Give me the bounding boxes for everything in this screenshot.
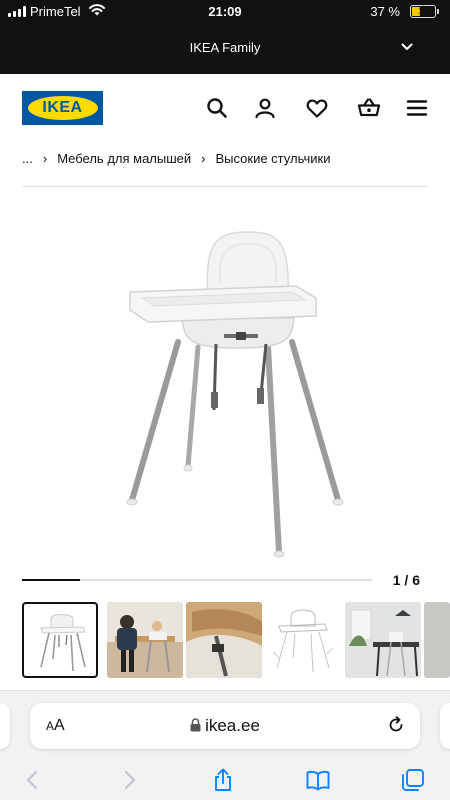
address-domain[interactable]: ikea.ee xyxy=(30,716,420,736)
gallery-counter: 1 / 6 xyxy=(392,572,420,588)
gallery-progress-fill xyxy=(22,579,81,581)
battery-icon: ⚡ xyxy=(410,3,439,18)
tabs-icon[interactable] xyxy=(400,767,426,793)
address-bar[interactable]: AAAA ikea.ee xyxy=(30,703,420,749)
ikea-family-banner[interactable]: IKEA Family xyxy=(0,24,450,74)
logo-text: IKEA xyxy=(42,99,83,116)
thumbnail-partial[interactable] xyxy=(424,602,450,678)
browser-bottom-bar: AAAA ikea.ee xyxy=(0,690,450,800)
bookmarks-icon[interactable] xyxy=(305,767,331,793)
thumbnail-line-drawing[interactable] xyxy=(265,602,341,678)
basket-icon[interactable] xyxy=(357,96,381,120)
thumbnail-high-chair[interactable] xyxy=(22,602,98,678)
back-icon[interactable] xyxy=(20,767,46,793)
thumbnail-child-in-chair[interactable] xyxy=(186,602,262,678)
next-tab-card[interactable] xyxy=(440,703,450,749)
breadcrumb-ellipsis[interactable]: ... xyxy=(22,151,33,166)
chevron-right-icon: › xyxy=(201,151,206,166)
breadcrumb-divider xyxy=(22,186,428,187)
breadcrumb-high-chairs[interactable]: Высокие стульчики xyxy=(216,151,331,166)
site-header: IKEA xyxy=(0,74,450,142)
gallery-progress-bar xyxy=(22,579,372,581)
domain-text: ikea.ee xyxy=(205,716,260,735)
user-icon[interactable] xyxy=(253,96,277,120)
thumbnail-strip xyxy=(22,602,450,678)
menu-icon[interactable] xyxy=(405,96,429,120)
share-icon[interactable] xyxy=(210,767,236,793)
forward-icon[interactable] xyxy=(116,767,142,793)
ikea-logo[interactable]: IKEA xyxy=(22,91,103,125)
family-banner-title: IKEA Family xyxy=(189,40,261,55)
heart-icon[interactable] xyxy=(305,96,329,120)
reload-icon[interactable] xyxy=(386,715,406,735)
chevron-right-icon: › xyxy=(42,151,48,166)
product-image-high-chair[interactable] xyxy=(120,222,350,562)
breadcrumb-baby-furniture[interactable]: Мебель для малышей xyxy=(57,151,191,166)
chevron-down-icon[interactable] xyxy=(400,40,414,54)
battery-percent: 37 % xyxy=(370,4,400,19)
status-bar: PrimeTel 21:09 37 % ⚡ xyxy=(0,0,450,24)
breadcrumb: ... › Мебель для малышей › Высокие стуль… xyxy=(22,151,330,166)
search-icon[interactable] xyxy=(205,96,229,120)
thumbnail-family-at-table[interactable] xyxy=(107,602,183,678)
lock-icon xyxy=(190,718,201,732)
previous-tab-card[interactable] xyxy=(0,703,10,749)
thumbnail-kitchen-scene[interactable] xyxy=(345,602,421,678)
